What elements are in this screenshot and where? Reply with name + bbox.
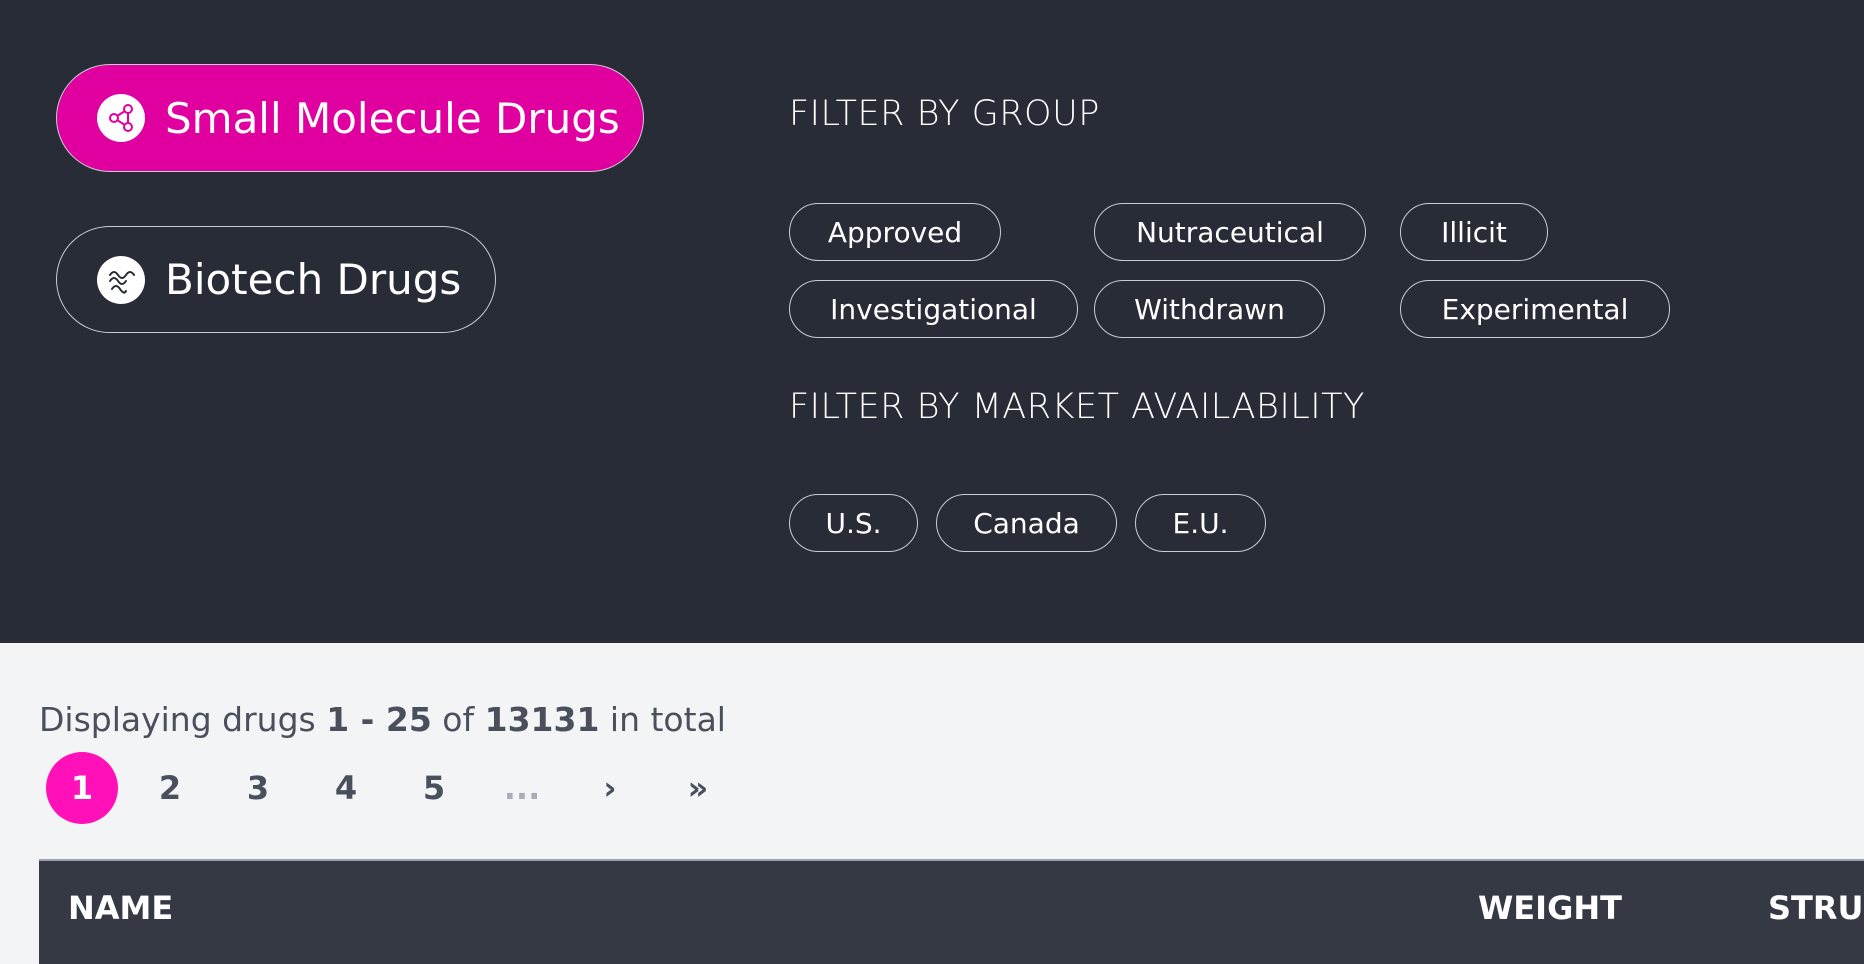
next-page-button[interactable]: › xyxy=(574,752,646,824)
page-4-button[interactable]: 4 xyxy=(310,752,382,824)
small-molecule-drugs-button[interactable]: Small Molecule Drugs xyxy=(56,64,644,172)
column-header-weight[interactable]: WEIGHT xyxy=(1478,889,1622,927)
filter-by-group-heading: FILTER BY GROUP xyxy=(789,94,1100,134)
filter-pill-approved[interactable]: Approved xyxy=(789,203,1001,261)
filter-header: Small Molecule Drugs Biotech Drugs FILTE… xyxy=(0,0,1864,643)
pagination-ellipsis: ... xyxy=(503,769,541,807)
page-3-button[interactable]: 3 xyxy=(222,752,294,824)
results-summary: Displaying drugs 1 - 25 of 13131 in tota… xyxy=(39,700,726,739)
page-5-button[interactable]: 5 xyxy=(398,752,470,824)
protein-coil-icon xyxy=(97,255,145,304)
small-molecule-drugs-label: Small Molecule Drugs xyxy=(165,93,620,143)
summary-of: of xyxy=(442,700,475,739)
page-1-button[interactable]: 1 xyxy=(46,752,118,824)
biotech-drugs-label: Biotech Drugs xyxy=(165,255,462,304)
summary-suffix: in total xyxy=(609,700,726,739)
filter-pill-investigational[interactable]: Investigational xyxy=(789,280,1078,338)
column-header-structure[interactable]: STRUC xyxy=(1768,889,1864,927)
filter-pill-nutraceutical[interactable]: Nutraceutical xyxy=(1094,203,1366,261)
column-header-name[interactable]: NAME xyxy=(68,889,173,927)
market-pill-us[interactable]: U.S. xyxy=(789,494,918,552)
page-2-button[interactable]: 2 xyxy=(134,752,206,824)
molecule-icon xyxy=(97,94,145,142)
filter-pill-withdrawn[interactable]: Withdrawn xyxy=(1094,280,1325,338)
summary-range: 1 - 25 xyxy=(326,700,432,739)
summary-prefix: Displaying drugs xyxy=(39,700,316,739)
drugs-table-header: NAME WEIGHT STRUC xyxy=(39,859,1864,964)
filter-pill-illicit[interactable]: Illicit xyxy=(1400,203,1548,261)
last-page-button[interactable]: » xyxy=(662,752,734,824)
biotech-drugs-button[interactable]: Biotech Drugs xyxy=(56,226,496,333)
filter-pill-experimental[interactable]: Experimental xyxy=(1400,280,1670,338)
market-pill-canada[interactable]: Canada xyxy=(936,494,1117,552)
summary-total: 13131 xyxy=(484,700,600,739)
filter-by-market-heading: FILTER BY MARKET AVAILABILITY xyxy=(789,387,1365,427)
market-pill-eu[interactable]: E.U. xyxy=(1135,494,1266,552)
